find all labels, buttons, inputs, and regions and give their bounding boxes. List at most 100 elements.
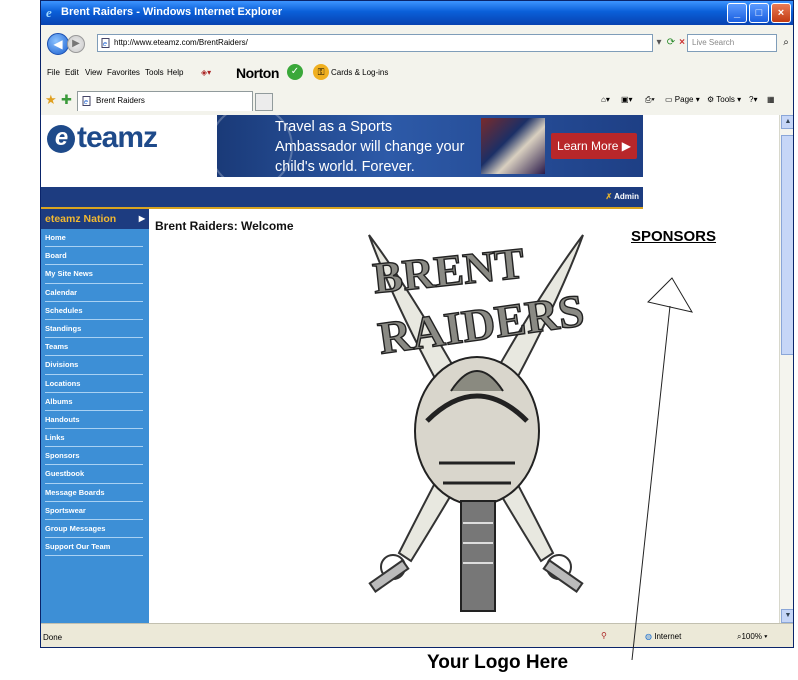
page-icon: e <box>101 38 110 48</box>
nav-item[interactable]: Group Messages <box>45 520 143 539</box>
nav-item[interactable]: Links <box>45 429 143 448</box>
status-bar: Done ⚲ ◍ Internet ⌕100% ▾ <box>41 623 793 647</box>
page-title: Brent Raiders: Welcome <box>155 219 294 233</box>
search-input[interactable]: Live Search <box>687 34 777 52</box>
tab-brent-raiders[interactable]: e Brent Raiders <box>77 91 253 111</box>
menu-favorites[interactable]: Favorites <box>107 68 140 77</box>
svg-text:e: e <box>103 41 107 48</box>
security-zone[interactable]: ◍ Internet <box>645 632 681 641</box>
zoom-control[interactable]: ⌕100% ▾ <box>737 632 768 642</box>
zone-label: Internet <box>654 632 682 641</box>
protected-mode-icon[interactable]: ⚲ <box>601 631 607 640</box>
learn-more-label: Learn More <box>557 139 619 153</box>
title-bar: e Brent Raiders - Windows Internet Explo… <box>41 1 793 25</box>
nav-item[interactable]: Sportswear <box>45 502 143 520</box>
nav-item[interactable]: Board <box>45 247 143 266</box>
nav-item[interactable]: Locations <box>45 375 143 393</box>
minimize-button[interactable]: _ <box>727 3 747 23</box>
nav-item[interactable]: Sponsors <box>45 447 143 466</box>
scroll-thumb[interactable] <box>781 135 793 355</box>
nav-item[interactable]: Support Our Team <box>45 538 143 557</box>
site-header-bar: ✗ Admin <box>41 187 643 207</box>
admin-link[interactable]: ✗ Admin <box>605 192 639 201</box>
cards-logins-menu[interactable]: Cards & Log-ins <box>331 68 388 77</box>
eteamz-logo[interactable]: e teamz <box>47 121 158 155</box>
eteamz-e-icon: e <box>47 125 75 153</box>
nav-item[interactable]: Albums <box>45 393 143 411</box>
tab-bar: ★ ✚ e Brent Raiders ⌂▾ ▣▾ ⎙▾ ▭ Page ▾ ⚙ … <box>41 85 793 116</box>
browser-window: e Brent Raiders - Windows Internet Explo… <box>40 0 794 648</box>
nav-item[interactable]: Guestbook <box>45 465 143 484</box>
ie-logo-icon: e <box>46 5 52 19</box>
norton-toolbar[interactable]: Norton <box>236 65 279 81</box>
menu-file[interactable]: File <box>47 68 60 77</box>
logo-text: teamz <box>77 121 158 154</box>
banner-photo <box>481 118 545 174</box>
favorites-star-icon[interactable]: ★ <box>45 93 57 107</box>
new-tab-button[interactable] <box>255 93 273 111</box>
home-icon[interactable]: ⌂▾ <box>601 93 610 107</box>
team-crest-image: BRENT RAIDERS <box>368 234 588 612</box>
zoom-label: 100% <box>741 632 762 641</box>
menu-edit[interactable]: Edit <box>65 68 79 77</box>
cards-icon[interactable]: ⚿ <box>313 64 329 80</box>
menu-tools[interactable]: Tools <box>145 68 164 77</box>
sponsors-annotation: SPONSORS <box>631 228 717 245</box>
print-icon[interactable]: ⎙▾ <box>645 93 655 107</box>
internet-globe-icon: ◍ <box>645 632 652 641</box>
nav-item[interactable]: Schedules <box>45 302 143 320</box>
nav-item[interactable]: Calendar <box>45 284 143 302</box>
page-menu-label: Page <box>674 95 694 104</box>
tools-menu[interactable]: ⚙ Tools ▾ <box>707 93 741 107</box>
close-button[interactable]: × <box>771 3 791 23</box>
address-field[interactable]: e http://www.eteamz.com/BrentRaiders/ <box>97 34 653 52</box>
address-dropdown-icon[interactable]: ▾ <box>653 35 665 51</box>
site-nav: eteamz Nation ▶ Home Board My Site News Cale… <box>41 209 149 623</box>
learn-more-button[interactable]: Learn More ▶ <box>551 133 637 159</box>
ad-banner[interactable]: Travel as a Sports Ambassador will chang… <box>217 115 643 177</box>
status-text: Done <box>43 633 63 642</box>
tab-label: Brent Raiders <box>96 96 145 105</box>
menu-view[interactable]: View <box>85 68 102 77</box>
nav-item[interactable]: Divisions <box>45 356 143 375</box>
nav-item[interactable]: Teams <box>45 338 143 357</box>
tools-menu-label: Tools <box>716 95 735 104</box>
vertical-scrollbar[interactable]: ▲ ▼ <box>779 115 793 623</box>
svg-text:e: e <box>84 99 88 106</box>
admin-key-icon: ✗ <box>605 192 613 201</box>
stop-icon[interactable]: × <box>677 35 687 51</box>
help-icon[interactable]: ?▾ <box>749 93 757 107</box>
web-page: e teamz Travel as a Sports Ambassador wil… <box>41 115 779 623</box>
nav-item[interactable]: Message Boards <box>45 484 143 502</box>
scroll-down-icon[interactable]: ▼ <box>781 609 793 623</box>
nav-header[interactable]: eteamz Nation ▶ <box>41 209 149 229</box>
feeds-icon[interactable]: ▣▾ <box>621 93 633 107</box>
page-menu[interactable]: ▭ Page ▾ <box>665 93 700 107</box>
banner-text: Travel as a Sports Ambassador will chang… <box>275 119 465 175</box>
refresh-icon[interactable]: ⟳ <box>665 35 677 51</box>
add-favorites-icon[interactable]: ✚ <box>61 93 72 107</box>
window-title: Brent Raiders - Windows Internet Explore… <box>61 6 283 18</box>
menu-help[interactable]: Help <box>167 68 183 77</box>
crest-text-brent: BRENT <box>371 239 527 304</box>
research-icon[interactable]: ▦ <box>767 93 775 107</box>
nav-item[interactable]: Standings <box>45 320 143 339</box>
nav-header-label: eteamz Nation <box>45 213 117 225</box>
logo-placeholder-annotation: Your Logo Here <box>427 652 569 673</box>
helmet-drawing <box>414 356 540 612</box>
scroll-up-icon[interactable]: ▲ <box>781 115 793 129</box>
norton-check-icon[interactable]: ✓ <box>287 64 303 80</box>
nav-item[interactable]: Home <box>45 229 143 248</box>
forward-button[interactable]: ▶ <box>67 35 85 53</box>
nav-item[interactable]: Handouts <box>45 411 143 430</box>
admin-label: Admin <box>614 192 639 201</box>
nav-item[interactable]: My Site News <box>45 265 143 284</box>
address-url: http://www.eteamz.com/BrentRaiders/ <box>114 38 248 47</box>
back-button[interactable]: ◀ <box>47 33 69 55</box>
maximize-button[interactable]: □ <box>749 3 769 23</box>
toolbar-addon-icon[interactable]: ◈▾ <box>201 68 211 77</box>
nav-header-arrow-icon: ▶ <box>138 214 145 223</box>
page-icon: e <box>82 96 91 106</box>
menu-bar: File Edit View Favorites Tools Help ◈▾ N… <box>41 61 793 86</box>
search-icon[interactable]: ⌕ <box>779 34 793 52</box>
